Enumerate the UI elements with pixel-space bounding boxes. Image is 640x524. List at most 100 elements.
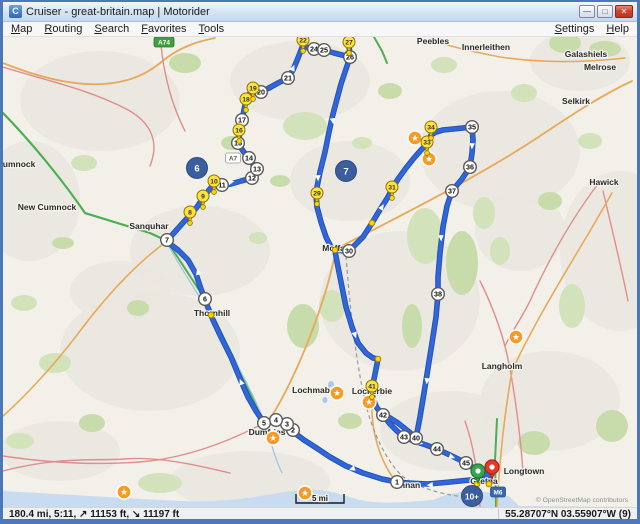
forest xyxy=(127,300,149,316)
svg-text:★: ★ xyxy=(512,332,520,342)
waypoint-marker-13[interactable]: 13 xyxy=(251,163,264,176)
forest xyxy=(283,112,327,140)
cluster-marker-10plus[interactable]: 10+ xyxy=(462,486,483,507)
via-point-dot[interactable] xyxy=(369,220,375,226)
forest xyxy=(578,133,602,149)
svg-text:40: 40 xyxy=(412,434,420,443)
poi-star-icon[interactable]: ★ xyxy=(298,486,312,500)
forest xyxy=(71,155,97,171)
svg-text:29: 29 xyxy=(313,191,321,198)
menu-item-favorites[interactable]: Favorites xyxy=(135,23,192,35)
svg-text:1: 1 xyxy=(395,478,399,487)
svg-text:36: 36 xyxy=(466,163,474,172)
forest xyxy=(511,84,537,102)
menu-item-settings[interactable]: Settings xyxy=(549,23,601,35)
svg-text:42: 42 xyxy=(379,411,387,420)
menu-item-routing[interactable]: Routing xyxy=(38,23,88,35)
svg-text:10: 10 xyxy=(210,179,218,186)
poi-star-icon[interactable]: ★ xyxy=(408,131,422,145)
svg-text:A7: A7 xyxy=(229,156,238,163)
forest xyxy=(270,175,290,187)
town-label-innerleithen: Innerleithen xyxy=(462,42,510,52)
hillshade xyxy=(70,261,170,321)
town-label-galashiels: Galashiels xyxy=(565,49,608,59)
title-bar[interactable]: C Cruiser - great-britain.map | Motoride… xyxy=(3,2,637,22)
svg-text:17: 17 xyxy=(238,116,246,125)
town-label-new-cumnock: New Cumnock xyxy=(18,202,77,212)
waypoint-marker-5[interactable]: 5 xyxy=(258,417,271,430)
via-point-dot[interactable] xyxy=(208,312,214,318)
waypoint-marker-45[interactable]: 45 xyxy=(460,457,473,470)
waypoint-marker-21[interactable]: 21 xyxy=(282,72,295,85)
svg-text:★: ★ xyxy=(333,388,341,398)
menu-bar: Map Routing Search Favorites Tools Setti… xyxy=(3,22,637,37)
menu-item-tools[interactable]: Tools xyxy=(193,23,231,35)
waypoint-marker-40[interactable]: 40 xyxy=(410,432,423,445)
waypoint-marker-14[interactable]: 14 xyxy=(243,152,256,165)
menu-item-search[interactable]: Search xyxy=(88,23,135,35)
copyright-attribution: © OpenStreetMap contributors xyxy=(536,496,629,504)
forest xyxy=(596,410,628,442)
waypoint-marker-43[interactable]: 43 xyxy=(398,431,411,444)
waypoint-marker-37[interactable]: 37 xyxy=(446,185,459,198)
svg-text:30: 30 xyxy=(345,247,353,256)
svg-text:6: 6 xyxy=(203,295,207,304)
via-point-dot[interactable] xyxy=(375,356,381,362)
waypoint-marker-4[interactable]: 4 xyxy=(270,414,283,427)
via-point-dot[interactable] xyxy=(486,481,492,487)
waypoint-marker-6[interactable]: 6 xyxy=(199,293,212,306)
forest xyxy=(6,433,34,449)
close-button[interactable]: ✕ xyxy=(615,5,633,18)
svg-text:24: 24 xyxy=(310,45,318,54)
forest xyxy=(559,284,585,328)
scale-label: 5 mi xyxy=(312,494,328,503)
svg-text:★: ★ xyxy=(120,487,128,497)
status-bar: 180.4 mi, 5:11, ↗ 11153 ft, ↘ 11197 ft 5… xyxy=(3,507,637,521)
svg-text:19: 19 xyxy=(249,86,257,93)
road-shield-m6: M6 xyxy=(491,487,506,497)
town-label-hawick: Hawick xyxy=(589,177,619,187)
svg-text:A74: A74 xyxy=(158,40,170,47)
maximize-button[interactable]: □ xyxy=(597,5,613,18)
town-label-selkirk: Selkirk xyxy=(562,96,590,106)
svg-text:13: 13 xyxy=(253,165,261,174)
waypoint-marker-42[interactable]: 42 xyxy=(377,409,390,422)
cluster-marker-7[interactable]: 7 xyxy=(336,161,357,182)
map-svg[interactable]: PeeblesInnerleithenGalashielsMelroseSelk… xyxy=(3,37,637,507)
cursor-coordinates: 55.28707°N 03.55907°W (9) xyxy=(498,509,637,520)
cluster-marker-6[interactable]: 6 xyxy=(187,158,208,179)
town-label-melrose: Melrose xyxy=(584,62,616,72)
waypoint-marker-30[interactable]: 30 xyxy=(343,245,356,258)
poi-star-icon[interactable]: ★ xyxy=(117,485,131,499)
svg-text:22: 22 xyxy=(299,38,307,45)
forest xyxy=(249,232,267,244)
poi-star-icon[interactable]: ★ xyxy=(266,431,280,445)
svg-text:37: 37 xyxy=(448,187,456,196)
svg-text:3: 3 xyxy=(285,420,289,429)
via-point-dot[interactable] xyxy=(332,247,338,253)
app-window: C Cruiser - great-britain.map | Motoride… xyxy=(0,0,640,524)
town-label-cumnock: Cumnock xyxy=(3,159,36,169)
waypoint-marker-25[interactable]: 25 xyxy=(318,44,331,57)
svg-text:18: 18 xyxy=(242,97,250,104)
waypoint-marker-35[interactable]: 35 xyxy=(466,121,479,134)
forest xyxy=(352,137,372,149)
waypoint-marker-44[interactable]: 44 xyxy=(431,443,444,456)
forest xyxy=(378,83,402,99)
svg-text:7: 7 xyxy=(165,236,169,245)
waypoint-marker-38[interactable]: 38 xyxy=(432,288,445,301)
svg-text:8: 8 xyxy=(188,210,192,217)
waypoint-marker-1[interactable]: 1 xyxy=(391,476,404,489)
svg-text:9: 9 xyxy=(201,194,205,201)
waypoint-marker-36[interactable]: 36 xyxy=(464,161,477,174)
menu-item-map[interactable]: Map xyxy=(5,23,38,35)
svg-text:14: 14 xyxy=(245,154,253,163)
minimize-button[interactable]: — xyxy=(579,5,595,18)
waypoint-marker-7[interactable]: 7 xyxy=(161,234,174,247)
svg-text:16: 16 xyxy=(235,128,243,135)
menu-item-help[interactable]: Help xyxy=(600,23,635,35)
map-canvas[interactable]: PeeblesInnerleithenGalashielsMelroseSelk… xyxy=(3,37,637,507)
poi-star-icon[interactable]: ★ xyxy=(509,330,523,344)
svg-text:27: 27 xyxy=(345,40,353,47)
poi-star-icon[interactable]: ★ xyxy=(330,386,344,400)
